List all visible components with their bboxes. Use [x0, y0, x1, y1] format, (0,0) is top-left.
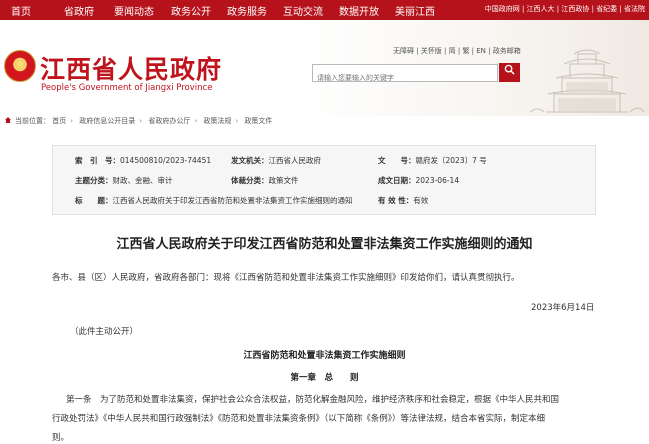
nav-item-government-services[interactable]: 政务服务	[227, 3, 267, 18]
national-emblem-icon	[4, 50, 36, 82]
site-subtitle: People's Government of Jiangxi Province	[41, 83, 213, 93]
salutation-paragraph: 各市、县（区）人民政府，省政府各部门：现将《江西省防范和处置非法集资工作实施细则…	[52, 273, 520, 283]
search-box	[312, 64, 498, 85]
breadcrumb-prefix: 当前位置：	[15, 117, 50, 125]
nav-item-beautiful-jiangxi[interactable]: 美丽江西	[395, 3, 435, 18]
meta-validity: 有 效 性：有效	[378, 196, 429, 205]
breadcrumb-policy-documents[interactable]: 政策文件	[244, 117, 272, 125]
search-icon	[504, 64, 515, 75]
breadcrumb-policies[interactable]: 政策法规	[203, 117, 231, 125]
link-jiangxi-cppcc[interactable]: 江西政协	[561, 5, 589, 13]
nav-item-interaction[interactable]: 互动交流	[283, 3, 323, 18]
article-1-line-3: 则。	[52, 433, 70, 443]
article-1-line-2: 行政处罚法》《中华人民共和国行政强制法》《防范和处置非法集资条例》（以下简称《条…	[52, 414, 546, 424]
nav-item-data-open[interactable]: 数据开放	[339, 3, 379, 18]
meta-genre: 体裁分类：政策文件	[231, 176, 299, 185]
search-input[interactable]	[313, 71, 497, 85]
public-note: （此件主动公开）	[70, 327, 139, 337]
traditional-chinese-link[interactable]: 繁	[462, 47, 469, 55]
site-header: 江西省人民政府 People's Government of Jiangxi P…	[0, 20, 649, 116]
site-title[interactable]: 江西省人民政府	[40, 50, 222, 86]
chapter-heading: 第一章 总 则	[290, 373, 359, 383]
article-1-line-1: 第一条 为了防范和处置非法集资，保护社会公众合法权益，防范化解金融风险，维护经济…	[66, 395, 560, 405]
utility-links: 无障碍 | 关怀版 | 简 | 繁 | EN | 政务邮箱	[393, 47, 521, 55]
care-mode-link[interactable]: 关怀版	[421, 47, 442, 55]
nav-item-provincial-government[interactable]: 省政府	[64, 3, 94, 18]
top-nav: 首页 省政府 要闻动态 政务公开 政务服务 互动交流 数据开放 美丽江西 中国政…	[0, 0, 649, 20]
breadcrumb-office[interactable]: 省政府办公厅	[148, 117, 190, 125]
link-provincial-discipline[interactable]: 省纪委	[596, 5, 617, 13]
breadcrumb: 当前位置： 首页 › 政府信息公开目录 › 省政府办公厅 › 政策法规 › 政策文件	[5, 116, 272, 126]
link-provincial-court[interactable]: 省法院	[624, 5, 645, 13]
document-title: 江西省人民政府关于印发江西省防范和处置非法集资工作实施细则的通知	[116, 237, 533, 252]
meta-issuer: 发文机关：江西省人民政府	[231, 156, 321, 165]
nav-item-home[interactable]: 首页	[11, 3, 31, 18]
home-icon	[5, 117, 11, 123]
nav-item-news[interactable]: 要闻动态	[114, 3, 154, 18]
meta-index: 索 引 号：014500810/2023-74451	[75, 156, 212, 165]
meta-docno: 文 号：赣府发〔2023〕7 号	[378, 156, 487, 165]
meta-date: 成文日期：2023-06-14	[378, 176, 460, 185]
accessibility-link[interactable]: 无障碍	[393, 47, 414, 55]
signing-date: 2023年6月14日	[531, 303, 595, 313]
breadcrumb-home[interactable]: 首页	[52, 117, 66, 125]
breadcrumb-catalog[interactable]: 政府信息公开目录	[79, 117, 135, 125]
document-meta-table: 索 引 号：014500810/2023-74451 发文机关：江西省人民政府 …	[52, 145, 596, 215]
rules-title: 江西省防范和处置非法集资工作实施细则	[243, 351, 406, 361]
email-link[interactable]: 政务邮箱	[493, 47, 521, 55]
nav-item-government-affairs-disclosure[interactable]: 政务公开	[171, 3, 211, 18]
meta-subject: 标 题：江西省人民政府关于印发江西省防范和处置非法集资工作实施细则的通知	[75, 196, 353, 205]
link-jiangxi-npc[interactable]: 江西人大	[527, 5, 555, 13]
meta-topic: 主题分类：财政、金融、审计	[75, 176, 173, 185]
tengwang-pavilion-illustration	[529, 49, 645, 113]
search-button[interactable]	[499, 63, 520, 82]
link-china-government[interactable]: 中国政府网	[485, 5, 520, 13]
simplified-chinese-link[interactable]: 简	[449, 47, 456, 55]
english-link[interactable]: EN	[476, 47, 486, 55]
top-external-links: 中国政府网 | 江西人大 | 江西政协 | 省纪委 | 省法院	[484, 5, 645, 13]
